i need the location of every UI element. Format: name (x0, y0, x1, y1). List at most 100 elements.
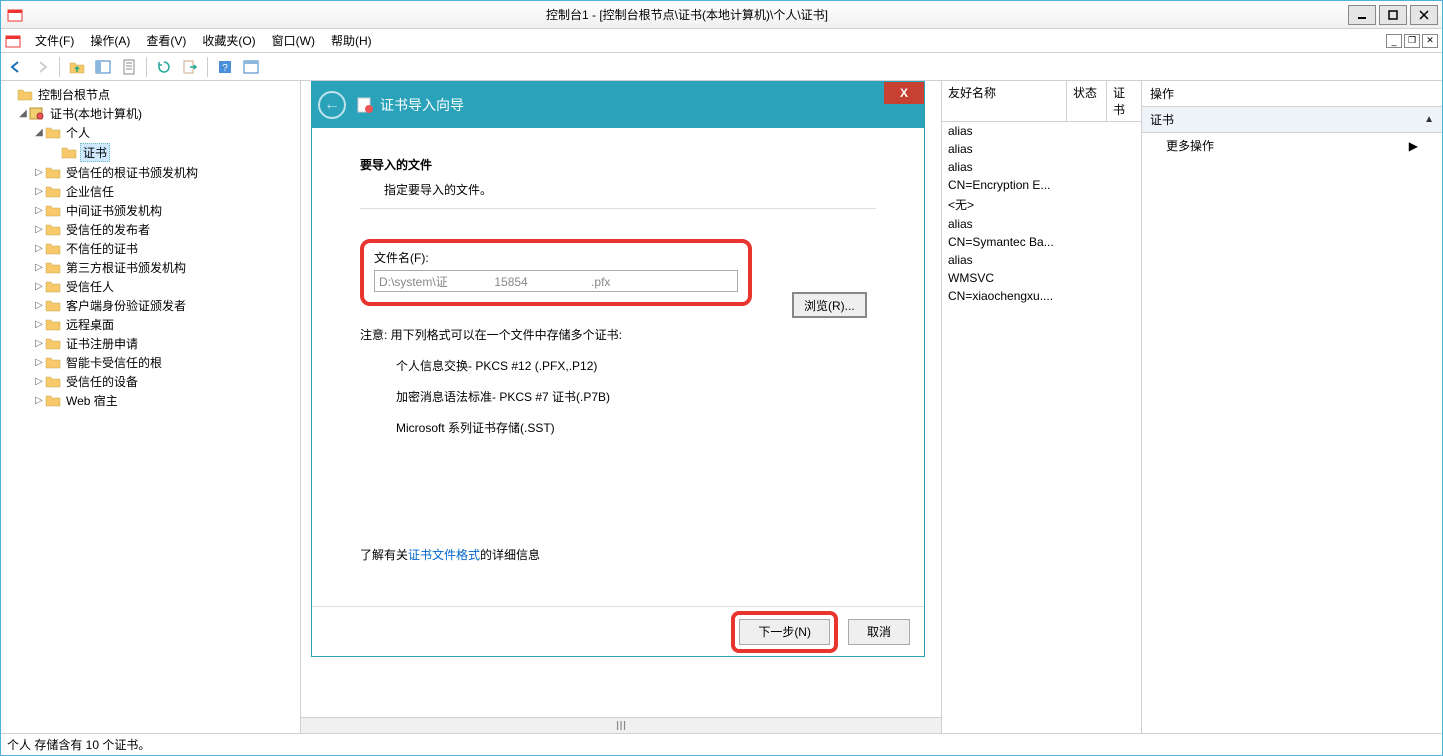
expand-arrow-icon[interactable]: ▷ (33, 376, 45, 387)
mdi-close-button[interactable]: ✕ (1422, 34, 1438, 48)
list-item[interactable]: CN=Symantec Ba... (942, 233, 1141, 251)
horizontal-scrollbar[interactable]: ⅠⅠⅠ (301, 717, 941, 733)
folder-icon (45, 318, 61, 332)
show-hide-tree-button[interactable] (92, 56, 114, 78)
console-tree[interactable]: 控制台根节点 ◢ 证书(本地计算机) ◢ 个人 证书 ▷ 受信任的根证书颁发机构 (1, 81, 301, 733)
minimize-button[interactable] (1348, 5, 1376, 25)
tree-certs-local[interactable]: ◢ 证书(本地计算机) (1, 104, 300, 123)
collapse-arrow-icon[interactable]: ◢ (33, 127, 45, 138)
tree-root[interactable]: 控制台根节点 (1, 85, 300, 104)
tree-intermediate[interactable]: ▷ 中间证书颁发机构 (1, 201, 300, 220)
tree-label: 证书注册申请 (64, 335, 140, 352)
tree-personal[interactable]: ◢ 个人 (1, 123, 300, 142)
expand-arrow-icon[interactable]: ▷ (33, 338, 45, 349)
expand-arrow-icon[interactable]: ▷ (33, 281, 45, 292)
filename-label: 文件名(F): (374, 249, 738, 266)
export-button[interactable] (179, 56, 201, 78)
format-pkcs12: 个人信息交换- PKCS #12 (.PFX,.P12) (396, 357, 876, 374)
browse-button[interactable]: 浏览(R)... (792, 292, 867, 318)
maximize-button[interactable] (1379, 5, 1407, 25)
list-item[interactable]: WMSVC (942, 269, 1141, 287)
tree-trusted-publishers[interactable]: ▷ 受信任的发布者 (1, 220, 300, 239)
collapse-arrow-icon[interactable]: ◢ (17, 108, 29, 119)
folder-icon (45, 223, 61, 237)
menu-file[interactable]: 文件(F) (27, 30, 82, 51)
tree-third-party-root[interactable]: ▷ 第三方根证书颁发机构 (1, 258, 300, 277)
expand-arrow-icon[interactable]: ▷ (33, 186, 45, 197)
cert-file-format-link[interactable]: 证书文件格式 (408, 548, 480, 562)
tree-untrusted[interactable]: ▷ 不信任的证书 (1, 239, 300, 258)
tree-client-auth-issuers[interactable]: ▷ 客户端身份验证颁发者 (1, 296, 300, 315)
filename-input[interactable] (374, 270, 738, 292)
nav-back-button[interactable] (5, 56, 27, 78)
divider (360, 208, 876, 209)
menu-action[interactable]: 操作(A) (82, 30, 138, 51)
list-item[interactable]: CN=Encryption E... (942, 176, 1141, 194)
list-item[interactable]: alias (942, 251, 1141, 269)
wizard-close-button[interactable]: X (884, 82, 924, 104)
list-item[interactable]: alias (942, 122, 1141, 140)
list-item[interactable]: alias (942, 140, 1141, 158)
next-button[interactable]: 下一步(N) (739, 619, 830, 645)
status-bar: 个人 存储含有 10 个证书。 (1, 733, 1442, 755)
menu-help[interactable]: 帮助(H) (323, 30, 380, 51)
tree-label: 中间证书颁发机构 (64, 202, 164, 219)
expand-arrow-icon[interactable]: ▷ (33, 243, 45, 254)
tree-certificates[interactable]: 证书 (1, 142, 300, 163)
options-button[interactable] (240, 56, 262, 78)
more-actions-link[interactable]: 更多操作 ▶ (1142, 133, 1442, 158)
wizard-back-button[interactable]: ← (318, 91, 346, 119)
folder-icon (45, 375, 61, 389)
tree-label: 智能卡受信任的根 (64, 354, 164, 371)
format-note: 注意: 用下列格式可以在一个文件中存储多个证书: (360, 326, 876, 343)
expand-arrow-icon[interactable]: ▷ (33, 300, 45, 311)
list-body[interactable]: alias alias alias CN=Encryption E... <无>… (942, 122, 1141, 733)
folder-icon (45, 185, 61, 199)
toolbar-separator (146, 57, 147, 77)
folder-icon (45, 337, 61, 351)
close-button[interactable] (1410, 5, 1438, 25)
wizard-header: ← 证书导入向导 X (312, 82, 924, 128)
tree-trusted-people[interactable]: ▷ 受信任人 (1, 277, 300, 296)
tree-trusted-root[interactable]: ▷ 受信任的根证书颁发机构 (1, 163, 300, 182)
expand-arrow-icon[interactable]: ▷ (33, 319, 45, 330)
expand-arrow-icon[interactable]: ▷ (33, 395, 45, 406)
expand-arrow-icon[interactable]: ▷ (33, 167, 45, 178)
nav-forward-button[interactable] (31, 56, 53, 78)
expand-arrow-icon[interactable]: ▷ (33, 224, 45, 235)
menu-view[interactable]: 查看(V) (138, 30, 194, 51)
tree-label: 企业信任 (64, 183, 116, 200)
list-item[interactable]: <无> (942, 194, 1141, 215)
expand-arrow-icon[interactable]: ▷ (33, 205, 45, 216)
mdi-minimize-button[interactable]: _ (1386, 34, 1402, 48)
expand-arrow-icon[interactable]: ▷ (33, 262, 45, 273)
col-cert-template[interactable]: 证书 (1107, 81, 1141, 121)
tree-cert-enrollment[interactable]: ▷ 证书注册申请 (1, 334, 300, 353)
actions-section-certificates[interactable]: 证书 ▲ (1142, 107, 1442, 133)
col-status[interactable]: 状态 (1067, 81, 1107, 121)
folder-icon (45, 204, 61, 218)
list-item[interactable]: alias (942, 215, 1141, 233)
expand-arrow-icon[interactable]: ▷ (33, 357, 45, 368)
tree-remote-desktop[interactable]: ▷ 远程桌面 (1, 315, 300, 334)
wizard-title: 证书导入向导 (380, 95, 464, 115)
menu-window[interactable]: 窗口(W) (264, 30, 323, 51)
tree-trusted-devices[interactable]: ▷ 受信任的设备 (1, 372, 300, 391)
up-folder-button[interactable] (66, 56, 88, 78)
refresh-button[interactable] (153, 56, 175, 78)
tree-web-hosting[interactable]: ▷ Web 宿主 (1, 391, 300, 410)
tree-label: 受信任人 (64, 278, 116, 295)
tree-enterprise-trust[interactable]: ▷ 企业信任 (1, 182, 300, 201)
col-friendly-name[interactable]: 友好名称 (942, 81, 1067, 121)
tree-smartcard-trusted[interactable]: ▷ 智能卡受信任的根 (1, 353, 300, 372)
mdi-restore-button[interactable]: ❐ (1404, 34, 1420, 48)
properties-button[interactable] (118, 56, 140, 78)
help-button[interactable]: ? (214, 56, 236, 78)
folder-icon (45, 356, 61, 370)
list-item[interactable]: CN=xiaochengxu.... (942, 287, 1141, 305)
tree-label: 控制台根节点 (36, 86, 112, 103)
cancel-button[interactable]: 取消 (848, 619, 910, 645)
list-item[interactable]: alias (942, 158, 1141, 176)
next-highlight-box: 下一步(N) (731, 611, 838, 653)
menu-favorites[interactable]: 收藏夹(O) (194, 30, 263, 51)
